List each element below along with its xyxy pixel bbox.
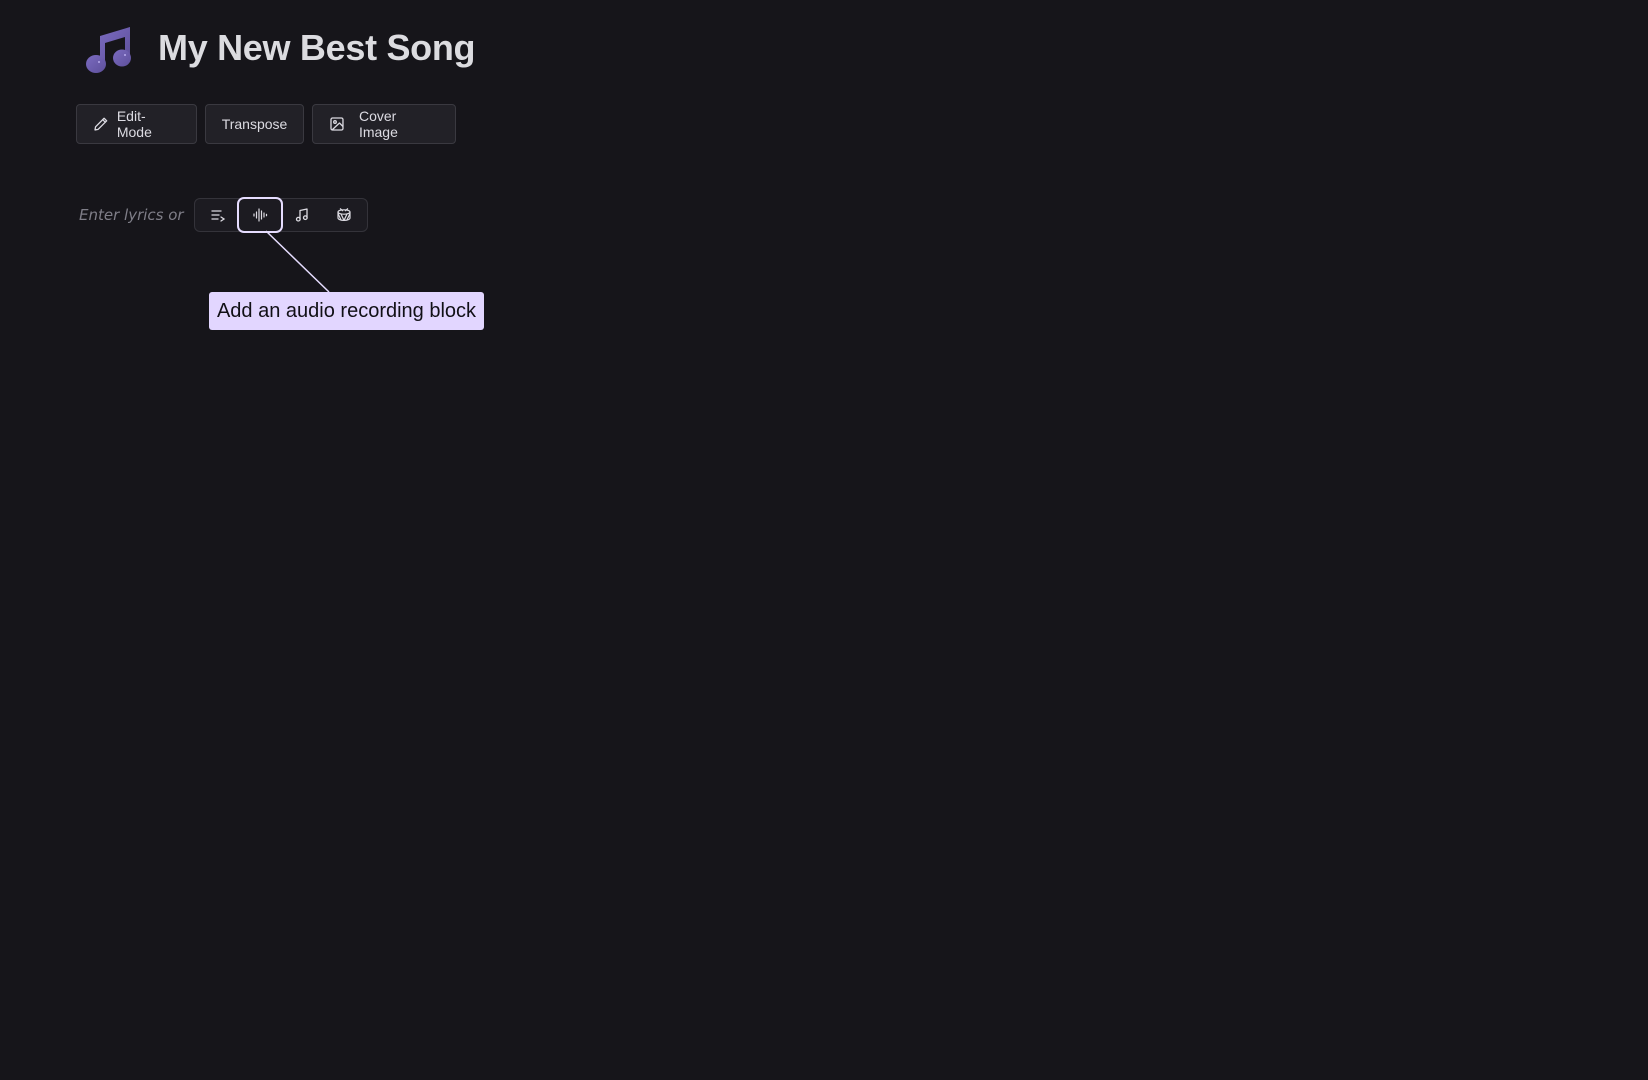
transpose-label: Transpose bbox=[221, 116, 288, 132]
song-title[interactable]: My New Best Song bbox=[158, 24, 476, 72]
transpose-button[interactable]: Transpose bbox=[205, 104, 304, 144]
cover-image-label: Cover Image bbox=[358, 108, 398, 140]
pencil-icon bbox=[94, 117, 108, 131]
lyrics-placeholder: Enter lyrics or bbox=[79, 206, 184, 224]
image-icon bbox=[330, 117, 344, 131]
music-note-icon bbox=[295, 208, 308, 222]
add-audio-block-button[interactable] bbox=[236, 197, 283, 233]
add-block-group bbox=[193, 197, 368, 233]
song-toolbar: Edit-Mode Transpose Cover Image bbox=[76, 104, 456, 144]
audio-block-tooltip: Add an audio recording block bbox=[209, 292, 484, 330]
add-drum-block-button[interactable] bbox=[323, 200, 365, 230]
add-music-block-button[interactable] bbox=[281, 200, 323, 230]
text-lines-icon bbox=[210, 210, 225, 222]
tooltip-connector bbox=[265, 230, 330, 293]
music-note-icon bbox=[86, 27, 131, 73]
audio-waveform-icon bbox=[252, 208, 267, 222]
edit-mode-label: Edit-Mode bbox=[116, 108, 152, 140]
lyrics-editor[interactable]: Enter lyrics or bbox=[79, 197, 368, 233]
edit-mode-button[interactable]: Edit-Mode bbox=[76, 104, 197, 144]
song-header: My New Best Song bbox=[84, 22, 476, 74]
song-editor-page: My New Best Song Edit-Mode Transpose Cov… bbox=[0, 0, 1648, 1080]
add-text-block-button[interactable] bbox=[197, 200, 239, 230]
drum-icon bbox=[336, 208, 351, 221]
cover-image-button[interactable]: Cover Image bbox=[312, 104, 456, 144]
